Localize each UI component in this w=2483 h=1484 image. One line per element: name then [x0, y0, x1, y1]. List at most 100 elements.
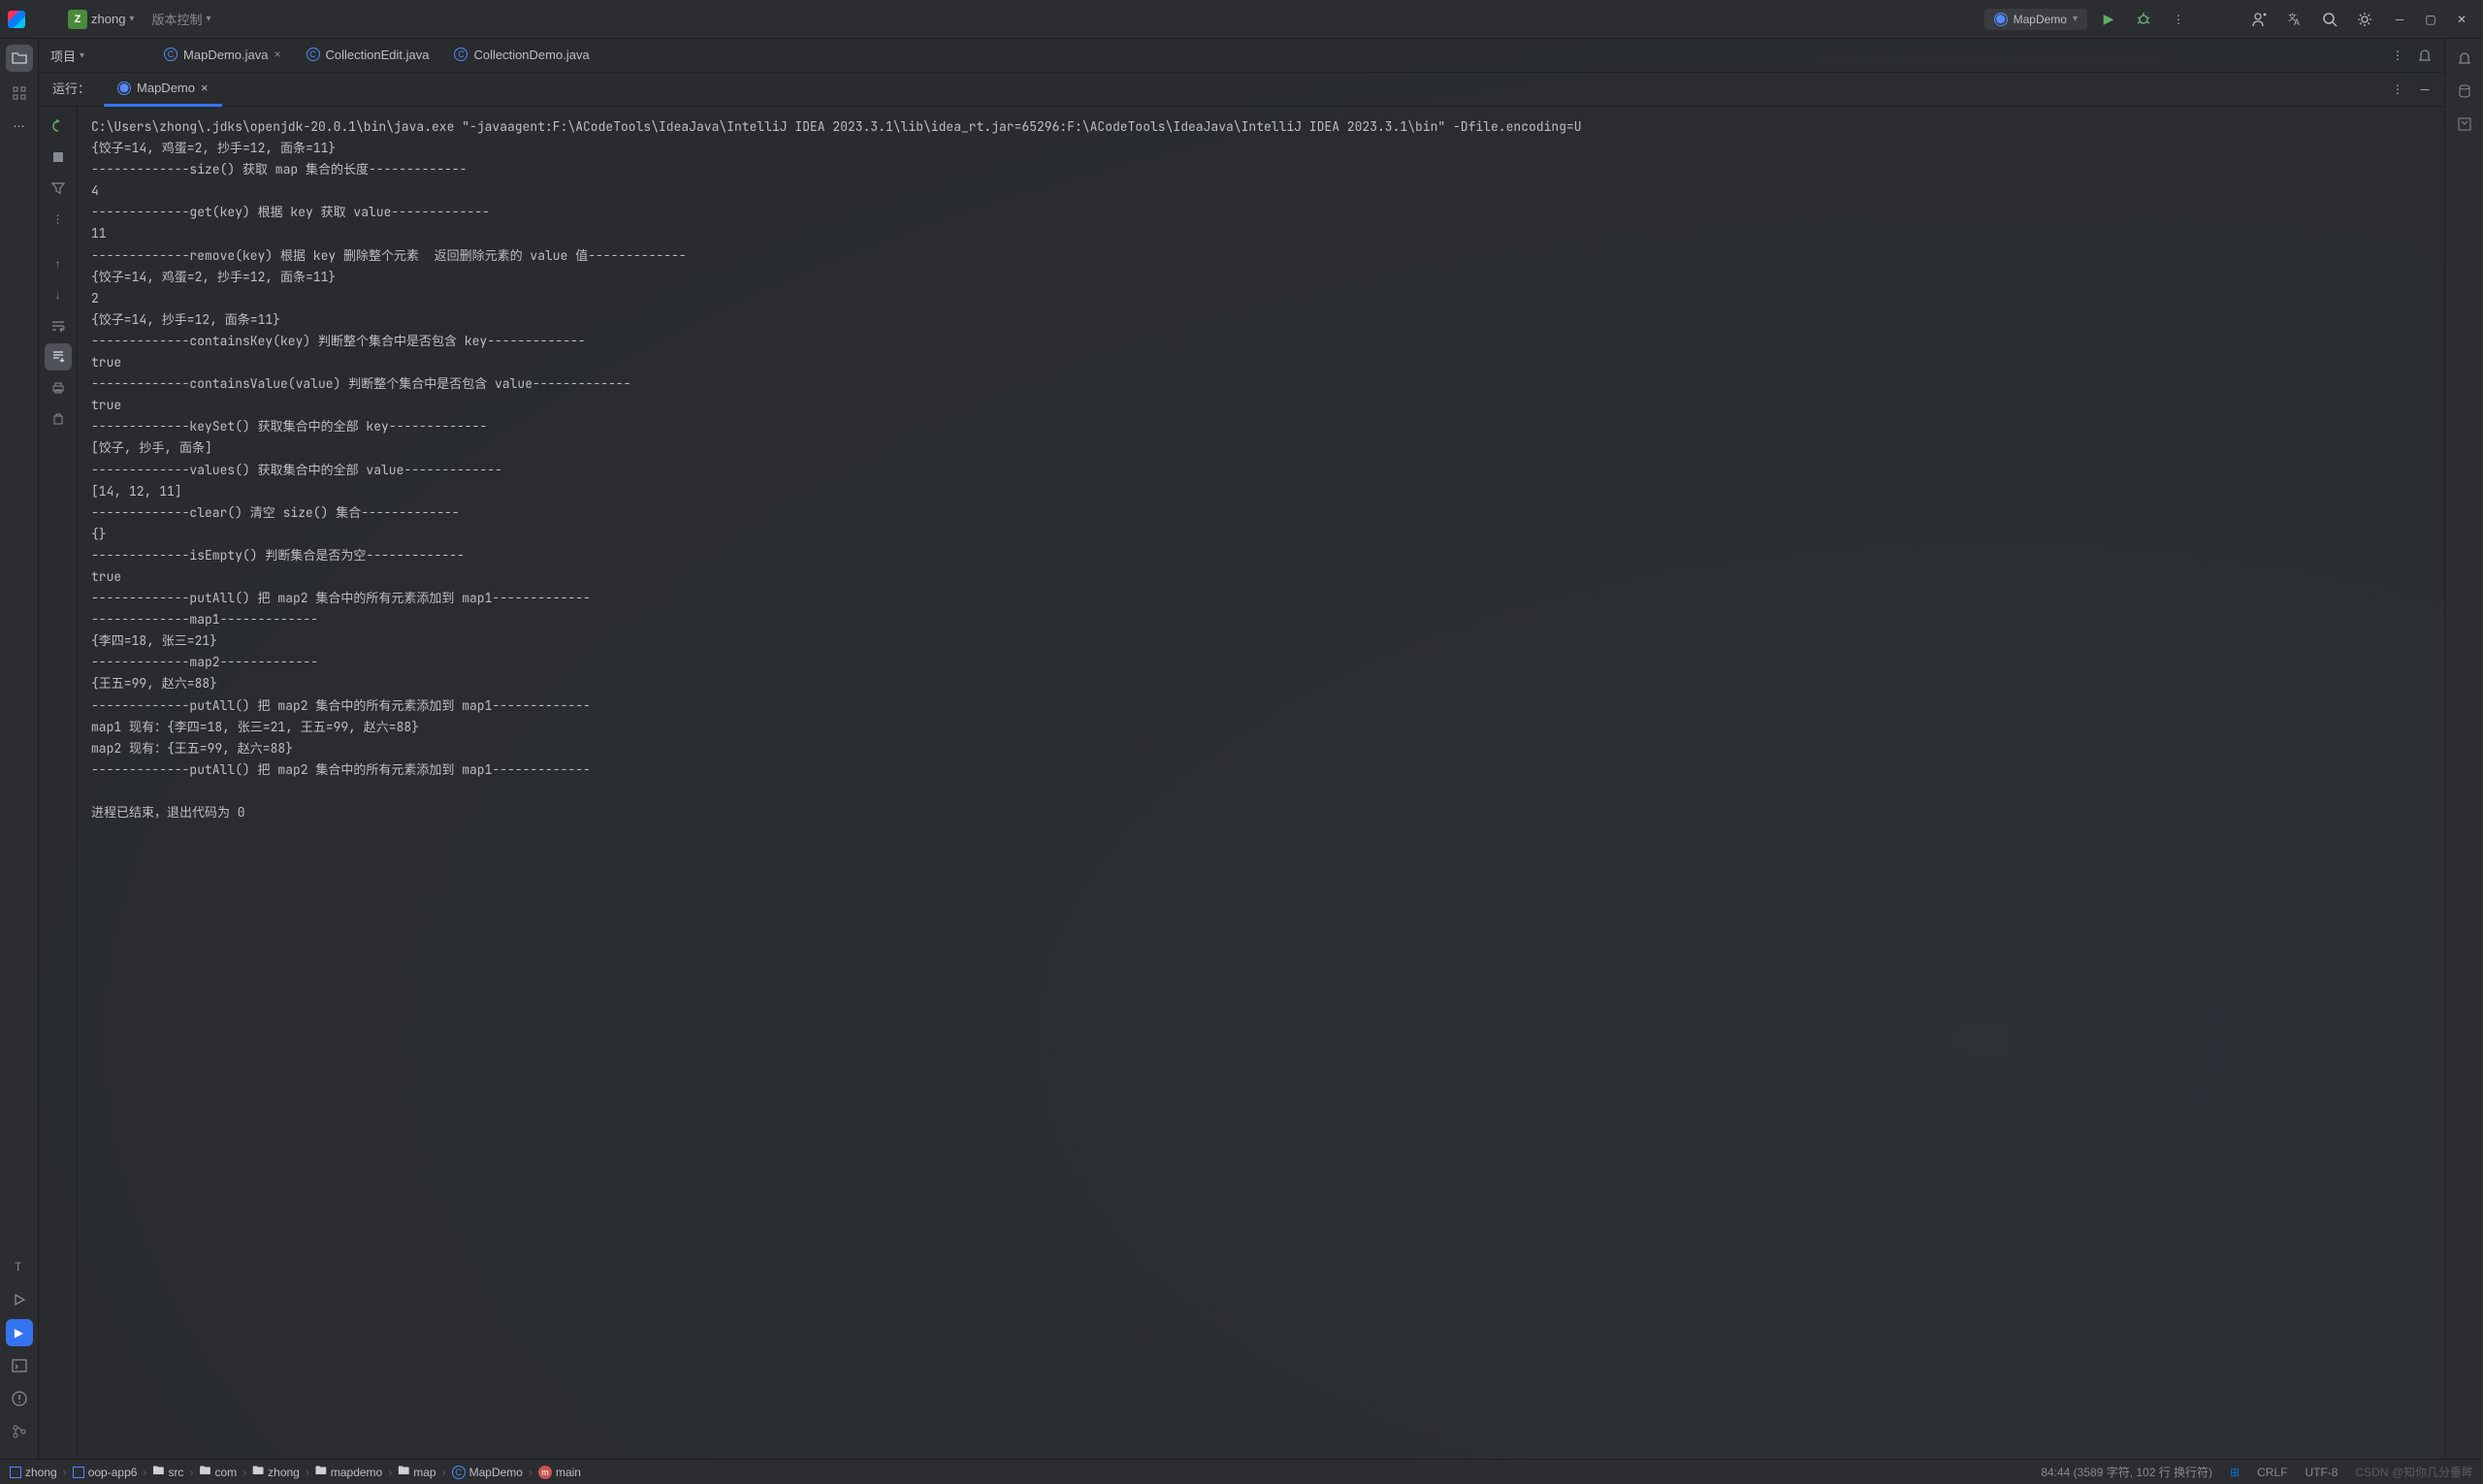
breadcrumb-separator: ›	[388, 1466, 392, 1479]
folder-icon: 🖿	[199, 1462, 210, 1482]
debug-button[interactable]	[2130, 6, 2157, 33]
run-label: 运行：	[45, 73, 104, 107]
run-tab-mapdemo[interactable]: ⬤ MapDemo ×	[104, 73, 222, 107]
breadcrumb-separator: ›	[63, 1466, 67, 1479]
run-tab-icon: ⬤	[117, 81, 131, 95]
breadcrumb-text: zhong	[268, 1466, 300, 1479]
stop-button[interactable]	[45, 144, 72, 171]
breadcrumb-separator: ›	[242, 1466, 246, 1479]
svg-text:T: T	[15, 1260, 22, 1274]
breadcrumb-text: mapdemo	[331, 1466, 382, 1479]
breadcrumb-item[interactable]: mmain	[538, 1466, 581, 1479]
statusbar: zhong›oop-app6›🖿src›🖿com›🖿zhong›🖿mapdemo…	[0, 1459, 2483, 1484]
breadcrumb-item[interactable]: 🖿 zhong	[252, 1462, 300, 1482]
close-button[interactable]: ✕	[2448, 6, 2475, 33]
module-icon	[10, 1467, 21, 1478]
breadcrumb-separator: ›	[143, 1466, 146, 1479]
folder-icon: 🖿	[252, 1462, 264, 1482]
close-icon[interactable]: ×	[274, 48, 280, 61]
git-tool-button[interactable]	[6, 1418, 33, 1445]
breadcrumb[interactable]: zhong›oop-app6›🖿src›🖿com›🖿zhong›🖿mapdemo…	[10, 1462, 581, 1482]
maximize-button[interactable]: ▢	[2417, 6, 2444, 33]
notifications-rail-button[interactable]	[2451, 45, 2478, 72]
svg-text:A: A	[2294, 17, 2300, 27]
java-class-icon: C	[306, 48, 320, 61]
minimize-button[interactable]: ─	[2386, 6, 2413, 33]
clear-button[interactable]	[45, 405, 72, 433]
down-stack-button[interactable]: ↓	[45, 281, 72, 308]
breadcrumb-text: src	[168, 1466, 183, 1479]
breadcrumb-item[interactable]: 🖿com	[199, 1462, 237, 1482]
main-menu-icon[interactable]	[33, 6, 60, 33]
more-console-button[interactable]: ⋮	[45, 206, 72, 233]
intellij-logo-icon	[8, 11, 25, 28]
run-panel-more-icon[interactable]: ⋮	[2384, 76, 2411, 103]
close-icon[interactable]: ×	[201, 81, 209, 95]
file-tab-collectiondemo-java[interactable]: C CollectionDemo.java	[442, 39, 600, 73]
encoding[interactable]: UTF-8	[2305, 1466, 2338, 1479]
terminal-tool-button[interactable]	[6, 1352, 33, 1379]
search-icon[interactable]	[2316, 6, 2343, 33]
project-user-dropdown[interactable]: Z zhong ▾	[68, 10, 134, 29]
more-actions-icon[interactable]: ⋮	[2165, 6, 2192, 33]
chevron-down-icon: ▾	[206, 14, 210, 24]
run-tab-label: MapDemo	[137, 81, 195, 95]
maven-rail-button[interactable]	[2451, 111, 2478, 138]
services-tool-button[interactable]	[6, 1286, 33, 1313]
breadcrumb-separator: ›	[529, 1466, 532, 1479]
rerun-button[interactable]	[45, 113, 72, 140]
file-tab-collectionedit-java[interactable]: C CollectionEdit.java	[295, 39, 441, 73]
folder-icon: 🖿	[152, 1462, 164, 1482]
tabs-more-icon[interactable]: ⋮	[2384, 42, 2411, 69]
filter-button[interactable]	[45, 175, 72, 202]
project-tool-button[interactable]	[6, 45, 33, 72]
chevron-down-icon: ▾	[80, 50, 84, 61]
todo-tool-button[interactable]: T	[6, 1253, 33, 1280]
breadcrumb-item[interactable]: CMapDemo	[452, 1466, 523, 1479]
watermark: CSDN @知你几分垂眸	[2355, 1464, 2473, 1480]
run-configuration-selector[interactable]: ⬤ MapDemo ▾	[1984, 9, 2087, 30]
java-class-icon: C	[454, 48, 468, 61]
breadcrumb-item[interactable]: 🖿mapdemo	[315, 1462, 382, 1482]
settings-icon[interactable]	[2351, 6, 2378, 33]
breadcrumb-item[interactable]: oop-app6	[73, 1466, 138, 1479]
breadcrumb-separator: ›	[189, 1466, 193, 1479]
method-icon: m	[538, 1466, 552, 1479]
breadcrumb-separator: ›	[442, 1466, 446, 1479]
run-button[interactable]: ▶	[2095, 6, 2122, 33]
structure-tool-button[interactable]	[6, 80, 33, 107]
breadcrumb-item[interactable]: 🖿 src	[152, 1462, 183, 1482]
right-tool-rail	[2444, 39, 2483, 1459]
version-control-dropdown[interactable]: 版本控制 ▾	[151, 10, 210, 28]
project-view-label[interactable]: 项目 ▾	[45, 47, 94, 65]
soft-wrap-button[interactable]	[45, 312, 72, 339]
console-output[interactable]: C:\Users\zhong\.jdks\openjdk-20.0.1\bin\…	[78, 107, 2444, 1459]
file-tab-label: MapDemo.java	[183, 48, 268, 62]
database-rail-button[interactable]	[2451, 78, 2478, 105]
folder-icon: 🖿	[398, 1462, 409, 1482]
console-toolbar: ⋮ ↑ ↓	[39, 107, 78, 1459]
file-tab-mapdemo-java[interactable]: CMapDemo.java×	[152, 39, 292, 73]
breadcrumb-text: zhong	[25, 1466, 57, 1479]
project-label-text: 项目	[50, 47, 76, 65]
breadcrumb-item[interactable]: 🖿map	[398, 1462, 435, 1482]
run-tool-button[interactable]: ▶	[6, 1319, 33, 1346]
notifications-icon[interactable]	[2411, 42, 2438, 69]
more-tool-button[interactable]: ⋯	[6, 113, 33, 140]
problems-tool-button[interactable]	[6, 1385, 33, 1412]
run-config-icon: ⬤	[1994, 13, 2008, 26]
scroll-to-end-button[interactable]	[45, 343, 72, 371]
breadcrumb-text: main	[556, 1466, 581, 1479]
cursor-position[interactable]: 84:44 (3589 字符, 102 行 换行符)	[2041, 1464, 2212, 1480]
windows-icon: ⊞	[2230, 1466, 2240, 1479]
chevron-down-icon: ▾	[2073, 14, 2078, 24]
print-button[interactable]	[45, 374, 72, 402]
file-tab-label: CollectionDemo.java	[473, 48, 589, 62]
run-panel-minimize-icon[interactable]: ─	[2411, 76, 2438, 103]
up-stack-button[interactable]: ↑	[45, 250, 72, 277]
code-with-me-icon[interactable]	[2246, 6, 2273, 33]
translate-icon[interactable]: 文A	[2281, 6, 2308, 33]
file-tab-label: CollectionEdit.java	[326, 48, 430, 62]
breadcrumb-item[interactable]: zhong	[10, 1466, 57, 1479]
line-separator[interactable]: CRLF	[2257, 1466, 2287, 1479]
